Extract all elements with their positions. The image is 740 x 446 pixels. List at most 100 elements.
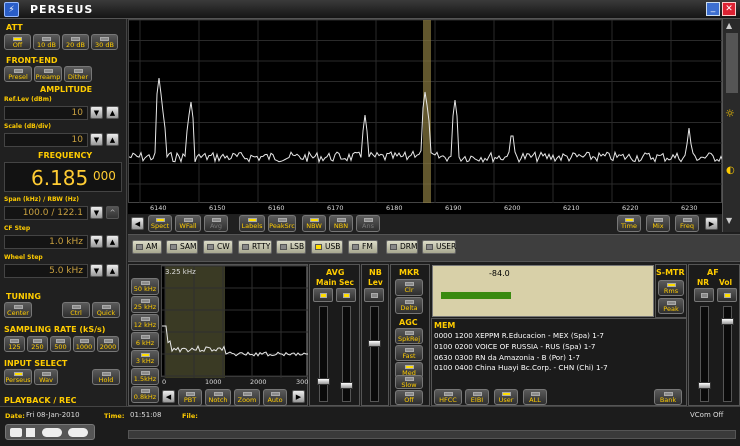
mem-hfcc-button[interactable]: HFCC: [434, 389, 462, 405]
cf-step-input[interactable]: 1.0 kHz: [4, 235, 88, 249]
mode-am-button[interactable]: AM: [132, 240, 162, 254]
record-button[interactable]: [10, 428, 22, 437]
frequency-display[interactable]: 6.185 000: [4, 162, 122, 192]
mode-drm-button[interactable]: DRM: [386, 240, 418, 254]
contrast-slider[interactable]: [726, 33, 738, 93]
cf-step-down-button[interactable]: ▼: [90, 235, 103, 248]
wfall-button[interactable]: WFall: [175, 215, 201, 232]
bw-50khz-button[interactable]: 50 kHz: [131, 278, 159, 295]
af-nr-toggle[interactable]: [694, 288, 714, 302]
span-input[interactable]: 100.0 / 122.1: [4, 206, 88, 220]
att-10db-button[interactable]: 10 dB: [33, 34, 60, 50]
filter-display[interactable]: 3.25 kHz: [161, 265, 308, 378]
input-perseus-button[interactable]: Perseus: [4, 369, 32, 385]
smeter-peak-button[interactable]: Peak: [658, 298, 684, 314]
avg-sec-toggle[interactable]: [336, 288, 356, 302]
wheel-step-down-button[interactable]: ▼: [90, 264, 103, 277]
agc-off-button[interactable]: Off: [395, 390, 423, 405]
agc-fast-button[interactable]: Fast: [395, 345, 423, 361]
time-button[interactable]: Time: [617, 215, 641, 232]
mem-eibi-button[interactable]: EIBI: [465, 389, 489, 405]
nbw-button[interactable]: NBW: [302, 215, 326, 232]
att-30db-button[interactable]: 30 dB: [91, 34, 118, 50]
mem-entry[interactable]: 0000 1200 XEPPM R.Educacion - MEX (Spa) …: [434, 331, 604, 340]
minimize-button[interactable]: _: [706, 2, 720, 16]
mem-entry[interactable]: 0630 0300 RN da Amazonia - B (Por) 1-7: [434, 353, 580, 362]
pbt-button[interactable]: PBT: [178, 389, 202, 406]
auto-button[interactable]: Auto: [263, 389, 287, 406]
sr-250-button[interactable]: 250: [27, 336, 48, 352]
freq-button[interactable]: Freq: [675, 215, 699, 232]
bw-25khz-button[interactable]: 25 kHz: [131, 296, 159, 313]
att-20db-button[interactable]: 20 dB: [62, 34, 89, 50]
scroll-left-button[interactable]: ◀: [131, 217, 144, 230]
bw-left-button[interactable]: ◀: [162, 390, 175, 403]
mode-user-button[interactable]: USER: [422, 240, 456, 254]
avg-main-slider[interactable]: [319, 306, 328, 402]
agc-spkrej-button[interactable]: SpkRej: [395, 328, 423, 344]
mode-lsb-button[interactable]: LSB: [276, 240, 306, 254]
nb-level-slider[interactable]: [370, 306, 379, 402]
spectrum-display[interactable]: [128, 19, 723, 204]
span-down-button[interactable]: ▼: [90, 206, 103, 219]
mode-usb-button[interactable]: USB: [311, 240, 343, 254]
play-button[interactable]: [42, 428, 62, 437]
scale-input[interactable]: 10: [4, 133, 88, 147]
att-off-button[interactable]: Off: [4, 34, 31, 50]
scroll-down-icon[interactable]: ▼: [726, 216, 732, 225]
nb-toggle[interactable]: [364, 288, 384, 302]
spect-button[interactable]: Spect: [148, 215, 172, 232]
agc-slow-button[interactable]: Slow: [395, 375, 423, 389]
avg-main-knob[interactable]: [317, 378, 330, 385]
center-button[interactable]: Center: [4, 302, 32, 318]
close-button[interactable]: ✕: [722, 2, 736, 16]
stop-icon[interactable]: [26, 428, 35, 437]
mem-entry[interactable]: 0100 0200 VOICE OF RUSSIA - RUS (Spa) 1-…: [434, 342, 595, 351]
sr-2000-button[interactable]: 2000: [97, 336, 119, 352]
mode-fm-button[interactable]: FM: [348, 240, 378, 254]
scale-up-button[interactable]: ▲: [106, 133, 119, 146]
sr-500-button[interactable]: 500: [50, 336, 71, 352]
mem-entry[interactable]: 0100 0400 China Huayi Bc.Corp. - CHN (Ch…: [434, 363, 608, 372]
preamp-button[interactable]: Preamp: [34, 66, 62, 82]
mix-button[interactable]: Mix: [646, 215, 670, 232]
peaksrc-button[interactable]: PeakSrc: [268, 215, 296, 232]
bw-right-button[interactable]: ▶: [292, 390, 305, 403]
avg-button[interactable]: Avg: [204, 215, 228, 232]
scroll-up-icon[interactable]: ▲: [726, 21, 732, 30]
playback-position-bar[interactable]: [128, 430, 736, 439]
quick-button[interactable]: Quick: [92, 302, 120, 318]
af-vol-knob[interactable]: [721, 318, 734, 325]
zoom-button[interactable]: Zoom: [234, 389, 260, 406]
smeter-rms-button[interactable]: Rms: [658, 280, 684, 296]
mode-rtty-button[interactable]: RTTY: [238, 240, 272, 254]
af-nr-knob[interactable]: [698, 382, 711, 389]
sr-125-button[interactable]: 125: [4, 336, 25, 352]
bw-1-5khz-button[interactable]: 1.5kHz: [131, 368, 159, 385]
af-vol-toggle[interactable]: [717, 288, 737, 302]
hold-button[interactable]: Hold: [92, 369, 120, 385]
dither-button[interactable]: Dither: [64, 66, 92, 82]
presel-button[interactable]: Presel: [4, 66, 32, 82]
avg-main-toggle[interactable]: [313, 288, 333, 302]
bw-12khz-button[interactable]: 12 kHz: [131, 314, 159, 331]
cf-step-up-button[interactable]: ▲: [106, 235, 119, 248]
labels-button[interactable]: Labels: [239, 215, 265, 232]
ref-level-input[interactable]: 10: [4, 106, 88, 120]
ref-level-down-button[interactable]: ▼: [90, 106, 103, 119]
scale-down-button[interactable]: ▼: [90, 133, 103, 146]
ctrl-button[interactable]: Ctrl: [62, 302, 90, 318]
mode-cw-button[interactable]: CW: [203, 240, 233, 254]
mem-user-button[interactable]: User: [494, 389, 518, 405]
notch-button[interactable]: Notch: [205, 389, 231, 406]
avg-sec-knob[interactable]: [340, 382, 353, 389]
mem-bank-button[interactable]: Bank: [654, 389, 682, 405]
mkr-clr-button[interactable]: Clr: [395, 279, 423, 296]
sr-1000-button[interactable]: 1000: [73, 336, 95, 352]
spectrum-scrollbar[interactable]: ▲ ☼ ◐ ▼: [722, 19, 740, 232]
bw-6khz-button[interactable]: 6 kHz: [131, 332, 159, 349]
nbn-button[interactable]: NBN: [329, 215, 353, 232]
span-up-button[interactable]: ^: [106, 206, 119, 219]
ans-button[interactable]: Ans: [356, 215, 380, 232]
wheel-step-input[interactable]: 5.0 kHz: [4, 264, 88, 278]
